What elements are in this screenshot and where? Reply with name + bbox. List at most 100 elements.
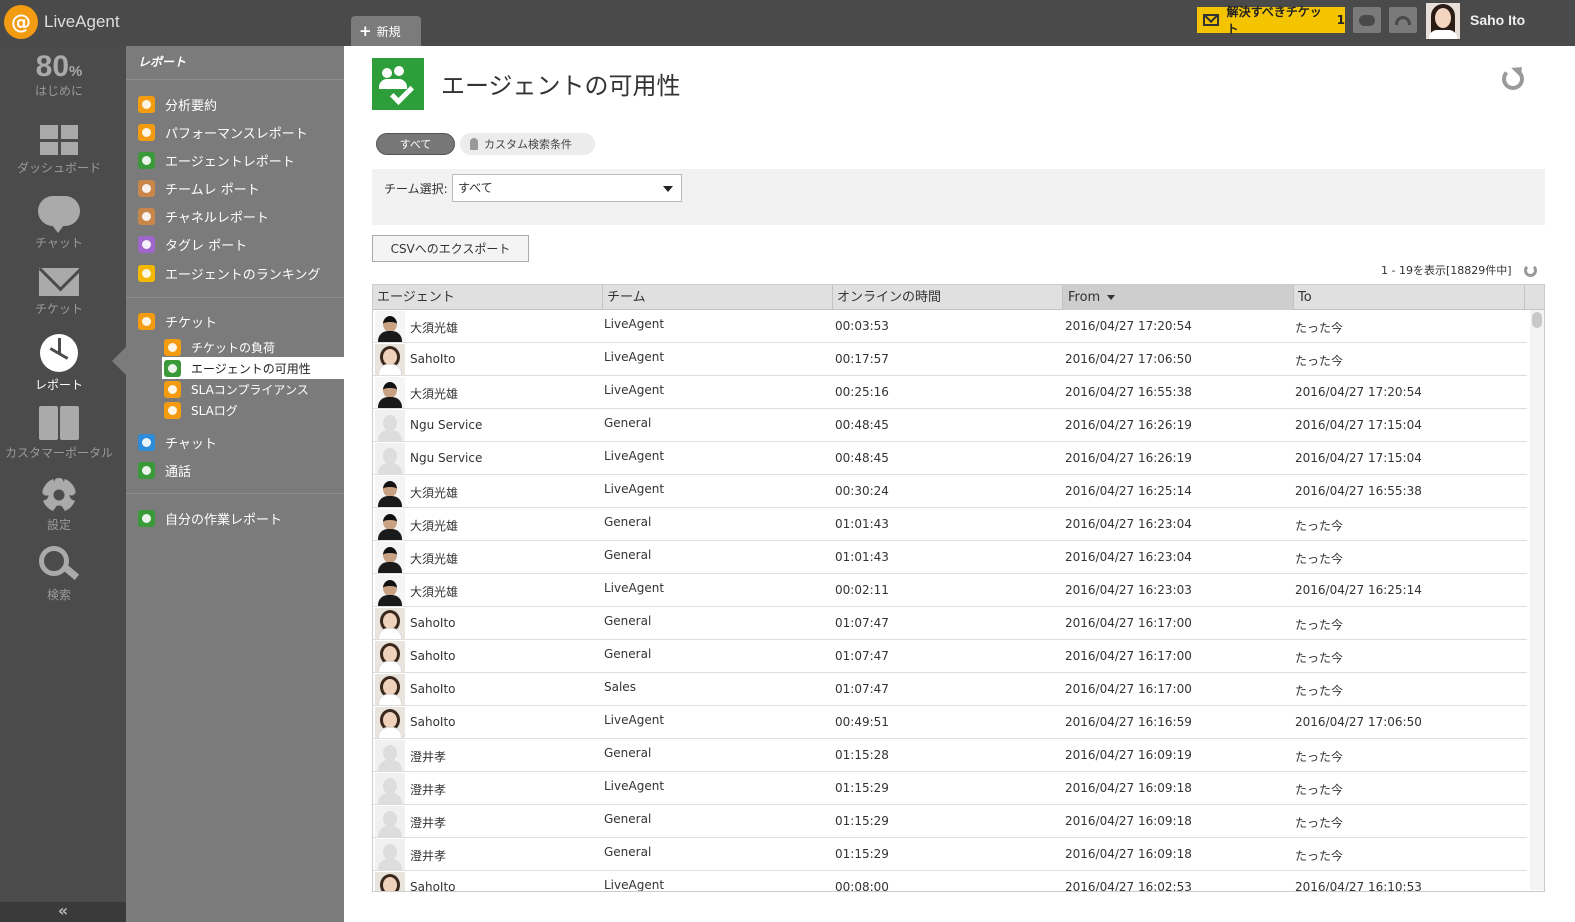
sla-log-icon [164, 401, 181, 419]
nav-label: チケット [34, 302, 83, 316]
cell-agent: SahoIto [410, 880, 456, 892]
cell-from: 2016/04/27 16:25:14 [1065, 484, 1192, 498]
subnav-item-performance[interactable]: パフォーマンスレポート [138, 121, 308, 143]
subnav-item-ticket-load[interactable]: チケットの負荷 [164, 336, 275, 358]
progress-percent: 80% [35, 50, 83, 83]
table-row[interactable]: 澄井孝 General 01:15:29 2016/04/27 16:09:18 たった… [373, 838, 1527, 871]
subnav-item-summary[interactable]: 分析要約 [138, 93, 217, 115]
agent-avatar [375, 707, 405, 738]
table-row[interactable]: Ngu Service LiveAgent 00:48:45 2016/04/27 1… [373, 442, 1527, 475]
agent-avatar [375, 311, 405, 342]
mail-icon [39, 268, 79, 296]
cell-to: たった今 [1295, 321, 1344, 335]
nav-reports[interactable]: レポート [0, 334, 118, 393]
chat-status-button[interactable] [1353, 7, 1381, 33]
availability-icon [164, 359, 181, 377]
subnav-item-channel-report[interactable]: チャネルレポート [138, 205, 269, 227]
cell-from: 2016/04/27 16:02:53 [1065, 880, 1192, 892]
unresolved-tickets-button[interactable]: 解決すべきチケット 1 [1197, 5, 1345, 36]
agent-avatar [375, 377, 405, 408]
unresolved-tickets-count: 1 [1336, 13, 1345, 27]
table-row[interactable]: SahoIto LiveAgent 00:08:00 2016/04/27 16:02… [373, 871, 1527, 892]
cell-online-time: 00:49:51 [835, 715, 889, 729]
subnav-item-tickets[interactable]: チケット [138, 310, 217, 332]
cell-to: たった今 [1295, 750, 1344, 764]
nav-settings[interactable]: 設定 [0, 478, 118, 533]
subnav-item-sla-log[interactable]: SLAログ [164, 399, 238, 421]
table-row[interactable]: 大須光雄 LiveAgent 00:30:24 2016/04/27 16:25:14… [373, 475, 1527, 508]
table-row[interactable]: 澄井孝 General 01:15:29 2016/04/27 16:09:18 たった… [373, 805, 1527, 838]
sort-desc-icon [1107, 295, 1116, 300]
table-row[interactable]: 大須光雄 General 01:01:43 2016/04/27 16:23:04 たっ… [373, 508, 1527, 541]
nav-getting-started[interactable]: 80% はじめに [0, 50, 118, 99]
cell-to: 2016/04/27 16:25:14 [1295, 583, 1422, 597]
table-row[interactable]: 大須光雄 LiveAgent 00:02:11 2016/04/27 16:23:03… [373, 574, 1527, 607]
nav-search[interactable]: 検索 [0, 546, 118, 603]
main-content: エージェントの可用性 すべて カスタム検索条件 チーム選択: すべて CSVへの… [344, 46, 1575, 922]
table-row[interactable]: 澄井孝 General 01:15:28 2016/04/27 16:09:19 たった… [373, 739, 1527, 772]
table-row[interactable]: SahoIto LiveAgent 00:49:51 2016/04/27 16:16… [373, 706, 1527, 739]
custom-filter-button[interactable]: カスタム検索条件 [460, 133, 595, 155]
table-row[interactable]: SahoIto Sales 01:07:47 2016/04/27 16:17:00 た… [373, 673, 1527, 706]
new-tab-label: 新規 [376, 24, 401, 39]
phone-status-button[interactable] [1389, 7, 1417, 33]
column-agent[interactable]: エージェント [373, 285, 603, 310]
table-row[interactable]: 大須光雄 General 01:01:43 2016/04/27 16:23:04 たっ… [373, 541, 1527, 574]
nav-dashboard[interactable]: ダッシュボード [0, 125, 118, 176]
nav-customer-portal[interactable]: カスタマーポータル [0, 406, 118, 461]
cell-agent: 澄井孝 [410, 783, 447, 797]
cell-team: LiveAgent [604, 878, 665, 892]
table-scrollbar[interactable] [1530, 310, 1544, 890]
user-name[interactable]: Saho Ito [1470, 12, 1525, 28]
agent-avatar [375, 839, 405, 870]
cell-online-time: 00:48:45 [835, 418, 889, 432]
filter-all-button[interactable]: すべて [376, 133, 455, 155]
nav-label: カスタマーポータル [4, 446, 113, 460]
nav-chat[interactable]: チャット [0, 196, 118, 251]
subnav-item-agent-report[interactable]: エージェントレポート [138, 149, 295, 171]
column-team[interactable]: チーム [603, 285, 833, 310]
table-row[interactable]: 澄井孝 LiveAgent 01:15:29 2016/04/27 16:09:18 た… [373, 772, 1527, 805]
sla-compliance-icon [164, 380, 181, 398]
column-online-time[interactable]: オンラインの時間 [833, 285, 1063, 310]
table-row[interactable]: 大須光雄 LiveAgent 00:25:16 2016/04/27 16:55:38… [373, 376, 1527, 409]
subnav-item-tag-report[interactable]: タグレ ポート [138, 233, 247, 255]
subnav-item-my-work[interactable]: 自分の作業レポート [138, 507, 282, 529]
nav-label: はじめに [34, 84, 83, 98]
cell-team: General [604, 614, 652, 628]
book-icon [39, 406, 79, 440]
team-select-value: すべて [458, 181, 493, 195]
table-row[interactable]: SahoIto General 01:07:47 2016/04/27 16:17:0… [373, 607, 1527, 640]
cell-online-time: 01:01:43 [835, 550, 889, 564]
table-row[interactable]: SahoIto LiveAgent 00:17:57 2016/04/27 17:06… [373, 343, 1527, 376]
subnav-item-agent-availability[interactable]: エージェントの可用性 [162, 357, 344, 379]
tag-report-icon [138, 235, 155, 253]
cell-agent: SahoIto [410, 616, 456, 630]
subnav-divider [126, 297, 344, 298]
user-avatar[interactable] [1426, 3, 1460, 39]
agent-avatar [375, 806, 405, 837]
refresh-icon[interactable] [1502, 68, 1524, 90]
cell-from: 2016/04/27 16:17:00 [1065, 682, 1192, 696]
column-from[interactable]: From [1063, 285, 1294, 310]
new-tab-button[interactable]: + 新規 [351, 16, 421, 46]
subnav-item-chat[interactable]: チャット [138, 431, 217, 453]
team-select[interactable]: すべて [452, 174, 682, 202]
table-row[interactable]: SahoIto General 01:07:47 2016/04/27 16:17:0… [373, 640, 1527, 673]
subnav-item-sla-compliance[interactable]: SLAコンプライアンス [164, 378, 309, 400]
subnav-item-calls[interactable]: 通話 [138, 459, 191, 481]
nav-tickets[interactable]: チケット [0, 268, 118, 317]
csv-export-button[interactable]: CSVへのエクスポート [372, 235, 529, 262]
table-row[interactable]: 大須光雄 LiveAgent 00:03:53 2016/04/27 17:20:54… [373, 310, 1527, 343]
agent-avatar [375, 674, 405, 705]
column-to[interactable]: To [1294, 285, 1525, 310]
collapse-sidebar-button[interactable]: « [0, 902, 126, 922]
subnav-item-ranking[interactable]: エージェントのランキング [138, 262, 320, 284]
nav-label: チャット [35, 236, 83, 250]
dropdown-caret-icon [663, 186, 673, 192]
scrollbar-thumb[interactable] [1532, 312, 1542, 328]
grid-refresh-icon[interactable] [1524, 264, 1537, 277]
liveagent-logo[interactable]: @ LiveAgent [4, 5, 120, 39]
subnav-item-team-report[interactable]: チームレ ポート [138, 177, 260, 199]
table-row[interactable]: Ngu Service General 00:48:45 2016/04/27 16:… [373, 409, 1527, 442]
